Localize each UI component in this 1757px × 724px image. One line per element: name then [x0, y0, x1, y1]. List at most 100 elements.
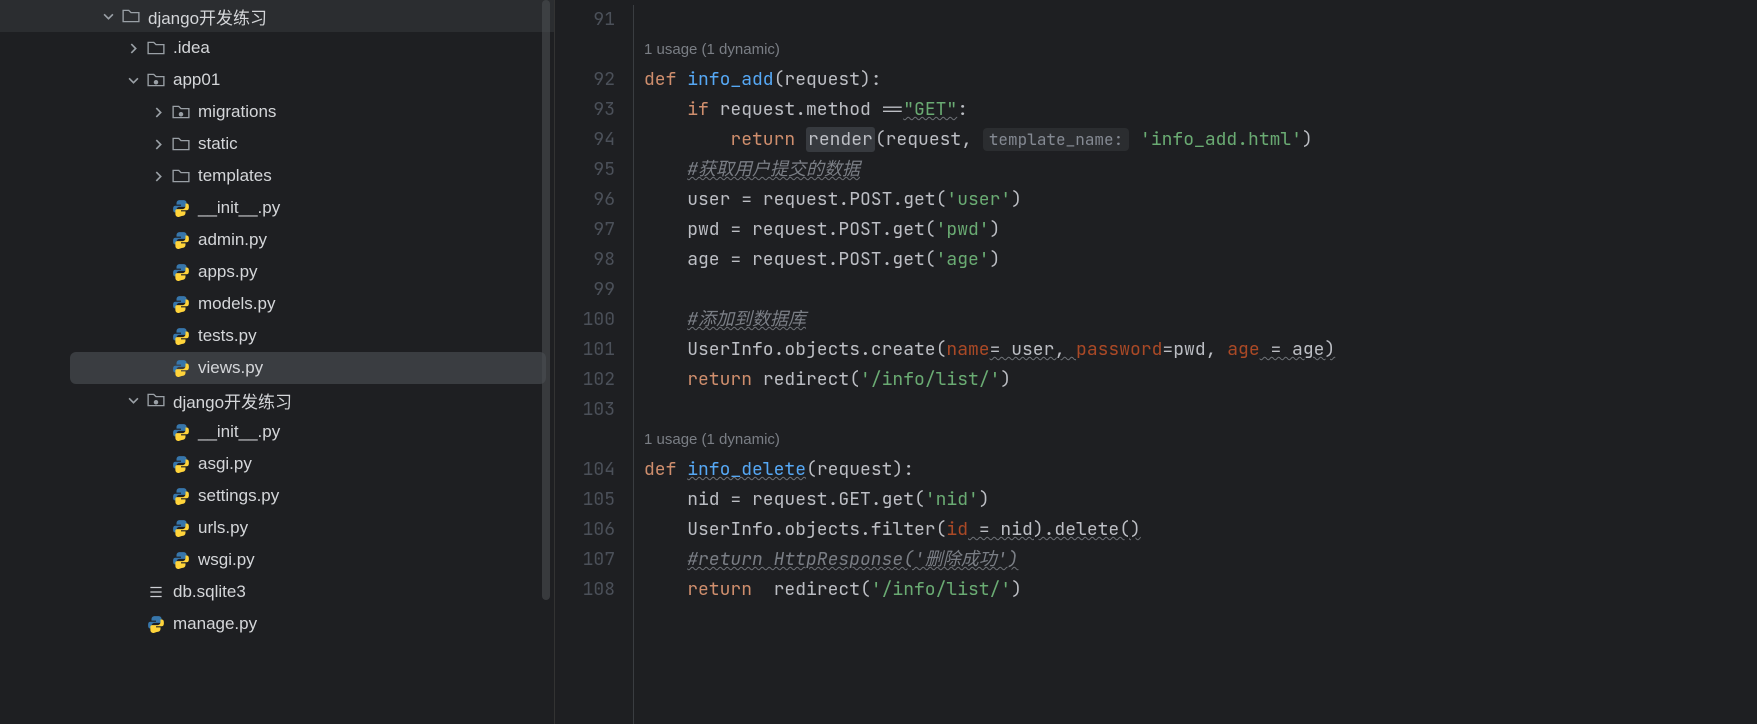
line-number: 99	[555, 275, 615, 305]
line-number: 101	[555, 335, 615, 365]
usage-hint[interactable]: 1 usage (1 dynamic)	[644, 35, 1757, 65]
tree-label: settings.py	[198, 486, 279, 506]
line-number: 97	[555, 215, 615, 245]
package-icon	[147, 71, 165, 89]
code-text-area[interactable]: 1 usage (1 dynamic) def info_add(request…	[633, 5, 1757, 724]
package-icon	[147, 391, 165, 409]
code-line[interactable]: if request.method =="GET":	[644, 95, 1757, 125]
code-line[interactable]: nid = request.GET.get('nid')	[644, 485, 1757, 515]
chevron-down-icon[interactable]	[125, 72, 141, 88]
tree-file-models[interactable]: models.py	[0, 288, 554, 320]
folder-icon	[122, 7, 140, 25]
tree-label: .idea	[173, 38, 210, 58]
chevron-right-icon[interactable]	[150, 136, 166, 152]
line-number: 107	[555, 545, 615, 575]
tree-folder-static[interactable]: static	[0, 128, 554, 160]
python-file-icon	[172, 295, 190, 313]
chevron-right-icon[interactable]	[125, 40, 141, 56]
python-file-icon	[172, 263, 190, 281]
tree-file-asgi[interactable]: asgi.py	[0, 448, 554, 480]
line-number: 95	[555, 155, 615, 185]
code-line[interactable]: #获取用户提交的数据	[644, 155, 1757, 185]
tree-label: db.sqlite3	[173, 582, 246, 602]
tree-file-apps[interactable]: apps.py	[0, 256, 554, 288]
usage-hint[interactable]: 1 usage (1 dynamic)	[644, 425, 1757, 455]
tree-label: __init__.py	[198, 198, 280, 218]
project-tree[interactable]: django开发练习 .idea app01 migrations static…	[0, 0, 555, 724]
line-number: 106	[555, 515, 615, 545]
line-number: 92	[555, 65, 615, 95]
tree-label: asgi.py	[198, 454, 252, 474]
tree-folder-app01[interactable]: app01	[0, 64, 554, 96]
tree-file-db[interactable]: db.sqlite3	[0, 576, 554, 608]
python-file-icon	[172, 487, 190, 505]
tree-file-settings[interactable]: settings.py	[0, 480, 554, 512]
tree-file-init[interactable]: __init__.py	[0, 192, 554, 224]
tree-label: apps.py	[198, 262, 258, 282]
line-number: 102	[555, 365, 615, 395]
python-file-icon	[172, 199, 190, 217]
tree-label: app01	[173, 70, 220, 90]
tree-label: wsgi.py	[198, 550, 255, 570]
tree-label: manage.py	[173, 614, 257, 634]
tree-file-tests[interactable]: tests.py	[0, 320, 554, 352]
code-line[interactable]: user = request.POST.get('user')	[644, 185, 1757, 215]
code-line[interactable]: #return HttpResponse('删除成功')	[644, 545, 1757, 575]
chevron-right-icon[interactable]	[150, 104, 166, 120]
tree-file-admin[interactable]: admin.py	[0, 224, 554, 256]
line-number: 94	[555, 125, 615, 155]
python-file-icon	[172, 359, 190, 377]
line-number: 98	[555, 245, 615, 275]
tree-file-urls[interactable]: urls.py	[0, 512, 554, 544]
tree-file-init2[interactable]: __init__.py	[0, 416, 554, 448]
tree-label: urls.py	[198, 518, 248, 538]
chevron-down-icon[interactable]	[125, 392, 141, 408]
code-line[interactable]: def info_add(request):	[644, 65, 1757, 95]
tree-label: __init__.py	[198, 422, 280, 442]
tree-label: models.py	[198, 294, 275, 314]
tree-label: tests.py	[198, 326, 257, 346]
tree-label: django开发练习	[148, 4, 267, 29]
tree-label: django开发练习	[173, 388, 292, 413]
line-number: 103	[555, 395, 615, 425]
tree-folder-pkg[interactable]: django开发练习	[0, 384, 554, 416]
python-file-icon	[172, 551, 190, 569]
python-file-icon	[172, 423, 190, 441]
tree-folder-idea[interactable]: .idea	[0, 32, 554, 64]
code-line[interactable]: return redirect('/info/list/')	[644, 575, 1757, 605]
code-editor[interactable]: 91 92 93 94 95 96 97 98 99 100 101 102 1…	[555, 0, 1757, 724]
python-file-icon	[172, 231, 190, 249]
code-line[interactable]: UserInfo.objects.create(name= user, pass…	[644, 335, 1757, 365]
tree-label: migrations	[198, 102, 276, 122]
chevron-right-icon[interactable]	[150, 168, 166, 184]
tree-folder-migrations[interactable]: migrations	[0, 96, 554, 128]
folder-icon	[172, 167, 190, 185]
tree-file-manage[interactable]: manage.py	[0, 608, 554, 640]
folder-icon	[147, 39, 165, 57]
line-number: 104	[555, 455, 615, 485]
code-line[interactable]: age = request.POST.get('age')	[644, 245, 1757, 275]
tree-folder-templates[interactable]: templates	[0, 160, 554, 192]
tree-file-wsgi[interactable]: wsgi.py	[0, 544, 554, 576]
tree-folder-root[interactable]: django开发练习	[0, 0, 554, 32]
code-line[interactable]: UserInfo.objects.filter(id = nid).delete…	[644, 515, 1757, 545]
tree-label: views.py	[198, 358, 263, 378]
line-number: 91	[555, 5, 615, 35]
line-number: 108	[555, 575, 615, 605]
python-file-icon	[172, 455, 190, 473]
folder-icon	[172, 135, 190, 153]
tree-label: admin.py	[198, 230, 267, 250]
tree-file-views[interactable]: views.py	[70, 352, 546, 384]
line-number: 100	[555, 305, 615, 335]
code-line[interactable]: return render(request, template_name: 'i…	[644, 125, 1757, 155]
code-line[interactable]: return redirect('/info/list/')	[644, 365, 1757, 395]
code-line[interactable]: pwd = request.POST.get('pwd')	[644, 215, 1757, 245]
package-icon	[172, 103, 190, 121]
python-file-icon	[172, 327, 190, 345]
line-number: 93	[555, 95, 615, 125]
code-line[interactable]: #添加到数据库	[644, 305, 1757, 335]
scrollbar[interactable]	[542, 0, 550, 600]
chevron-down-icon[interactable]	[100, 8, 116, 24]
code-line[interactable]: def info_delete(request):	[644, 455, 1757, 485]
python-file-icon	[147, 615, 165, 633]
